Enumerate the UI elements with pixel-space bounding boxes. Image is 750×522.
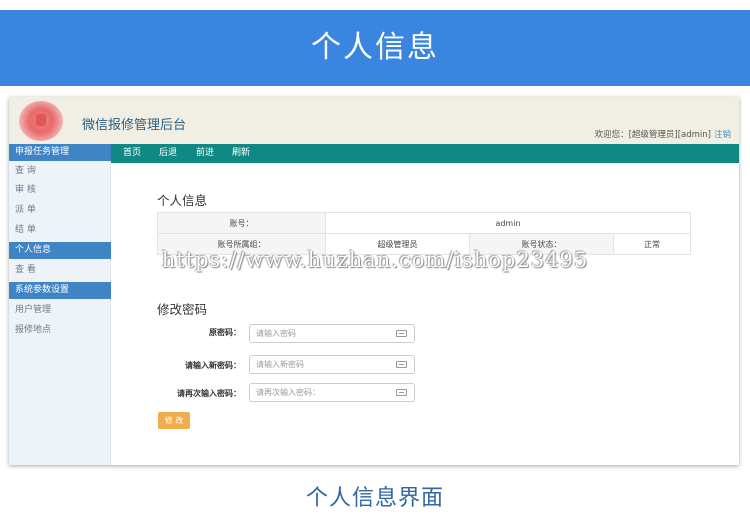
user-info: 欢迎您：[超级管理员][admin] 注销 <box>595 128 731 140</box>
sidebar-item-user-management[interactable]: 用户管理 <box>9 302 111 319</box>
account-label: 账号： <box>157 212 326 234</box>
sidebar-group-system-settings[interactable]: 系统参数设置 <box>9 282 111 299</box>
app-title: 微信报修管理后台 <box>82 118 187 133</box>
main-content: 个人信息 账号： admin 账号所属组： 超级管理员 账号状态： 正常 修改密… <box>111 163 739 465</box>
old-password-placeholder: 请输入密码 <box>256 329 296 338</box>
nav-back[interactable]: 后退 <box>159 144 177 163</box>
profile-section-title: 个人信息 <box>157 193 208 208</box>
sidebar-item-close-order[interactable]: 结 单 <box>9 222 111 239</box>
sidebar-item-query[interactable]: 查 询 <box>9 163 111 180</box>
submit-button[interactable]: 修 改 <box>158 412 190 429</box>
logo-icon <box>19 101 63 141</box>
app-screenshot: 微信报修管理后台 欢迎您：[超级管理员][admin] 注销 申报任务管理 查 询… <box>9 97 739 465</box>
watermark-url: https://www.huzhan.com/ishop23495 <box>161 248 589 272</box>
keyboard-icon[interactable] <box>396 389 407 396</box>
confirm-password-placeholder: 请再次输入密码： <box>256 388 320 397</box>
banner-title: 个人信息 <box>311 30 439 65</box>
account-value: admin <box>325 212 691 234</box>
new-password-label: 请输入新密码： <box>185 361 241 370</box>
top-banner: 个人信息 <box>0 10 750 86</box>
keyboard-icon[interactable] <box>396 330 407 337</box>
nav-forward[interactable]: 前进 <box>196 144 214 163</box>
nav-home[interactable]: 首页 <box>123 144 141 163</box>
welcome-text: 欢迎您： <box>594 130 629 140</box>
app-header: 微信报修管理后台 欢迎您：[超级管理员][admin] 注销 <box>9 97 739 144</box>
new-password-placeholder: 请输入新密码 <box>256 360 304 369</box>
old-password-label: 原密码： <box>209 328 241 337</box>
keyboard-icon[interactable] <box>396 361 407 368</box>
sidebar: 申报任务管理 查 询 审 核 派 单 结 单 个人信息 查 看 系统参数设置 用… <box>9 144 111 465</box>
sidebar-item-repair-locations[interactable]: 报修地点 <box>9 322 111 339</box>
password-section-title: 修改密码 <box>157 302 208 317</box>
nav-bar: 首页 后退 前进 刷新 <box>111 144 739 163</box>
confirm-password-label: 请再次输入密码： <box>177 389 241 398</box>
old-password-input[interactable]: 请输入密码 <box>249 324 415 343</box>
logout-link[interactable]: 注销 <box>714 130 731 140</box>
sidebar-item-review[interactable]: 审 核 <box>9 182 111 199</box>
page-caption: 个人信息界面 <box>305 486 444 511</box>
confirm-password-input[interactable]: 请再次输入密码： <box>249 383 415 402</box>
new-password-input[interactable]: 请输入新密码 <box>249 355 415 374</box>
user-role: [超级管理员][admin] <box>628 130 711 140</box>
sidebar-group-task-management[interactable]: 申报任务管理 <box>9 144 111 161</box>
sidebar-item-dispatch[interactable]: 派 单 <box>9 202 111 219</box>
nav-refresh[interactable]: 刷新 <box>232 144 250 163</box>
table-row: 账号： admin <box>157 212 691 234</box>
